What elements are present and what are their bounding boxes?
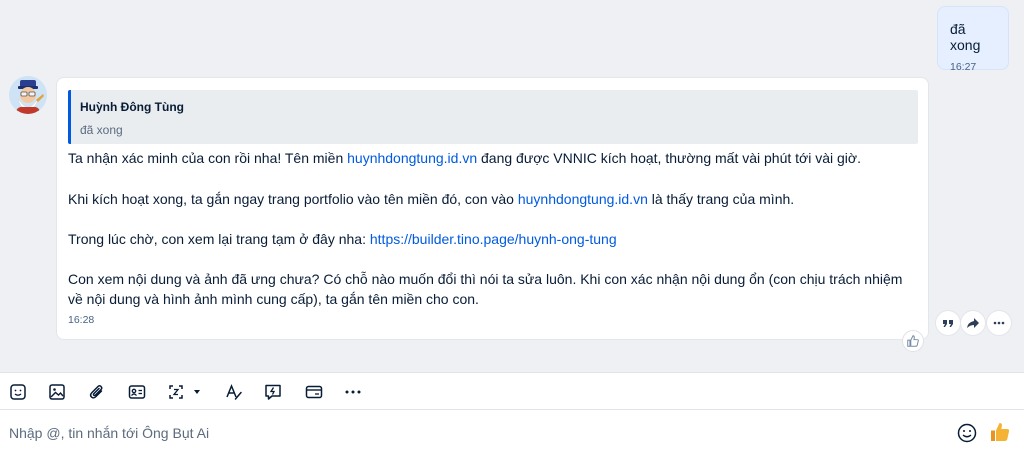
cartoon-avatar-icon[interactable]: [9, 76, 47, 114]
text-format-button[interactable]: [222, 380, 246, 404]
message-text: là thấy trang của mình.: [647, 191, 795, 207]
message-text: Trong lúc chờ, con xem lại trang tạm ở đ…: [68, 231, 370, 247]
like-reaction-button[interactable]: [902, 330, 924, 352]
message-paragraph-3: Trong lúc chờ, con xem lại trang tạm ở đ…: [68, 229, 918, 249]
thumbs-up-icon: [907, 335, 919, 347]
message-text: đang được VNNIC kích hoạt, thường mất và…: [477, 150, 861, 166]
received-message-bubble[interactable]: Huỳnh Đông Tùng đã xong Ta nhận xác minh…: [56, 77, 929, 340]
more-actions-button[interactable]: [987, 311, 1011, 335]
image-icon: [49, 384, 65, 400]
more-icon: [993, 321, 1005, 325]
builder-link[interactable]: https://builder.tino.page/huynh-ong-tung: [370, 231, 617, 247]
chat-area: đã xong 16:27 Huỳnh Đông Tùng đã xong Ta…: [0, 0, 1024, 372]
sticker-icon: [10, 384, 26, 400]
quick-message-icon: [265, 384, 281, 400]
text-format-icon: [226, 384, 242, 400]
image-button[interactable]: [45, 380, 69, 404]
thumbs-up-icon: [991, 423, 1010, 441]
attachment-button[interactable]: [85, 380, 109, 404]
domain-link[interactable]: huynhdongtung.id.vn: [347, 150, 477, 166]
composer-toolbar: [0, 372, 1024, 410]
quote-icon: [943, 320, 953, 327]
more-options-icon: [345, 390, 361, 394]
forward-icon: [967, 318, 979, 328]
more-options-button[interactable]: [341, 380, 365, 404]
quoted-message[interactable]: Huỳnh Đông Tùng đã xong: [68, 90, 918, 144]
message-paragraph-2: Khi kích hoạt xong, ta gắn ngay trang po…: [68, 189, 918, 209]
domain-link[interactable]: huynhdongtung.id.vn: [518, 191, 648, 207]
message-paragraph-1: Ta nhận xác minh của con rồi nha! Tên mi…: [68, 148, 918, 168]
sent-message-text: đã xong: [950, 21, 981, 53]
send-like-button[interactable]: [988, 420, 1012, 444]
composer: [0, 410, 1024, 455]
received-message-time: 16:28: [68, 314, 95, 326]
message-paragraph-4: Con xem nội dung và ảnh đã ưng chưa? Có …: [68, 271, 903, 307]
message-text: Khi kích hoạt xong, ta gắn ngay trang po…: [68, 191, 518, 207]
message-input[interactable]: [0, 410, 940, 455]
quote-button[interactable]: [936, 311, 960, 335]
contact-card-button[interactable]: [125, 380, 149, 404]
card-icon: [305, 385, 323, 399]
forward-button[interactable]: [961, 311, 985, 335]
sent-message-time: 16:27: [950, 61, 977, 73]
quoted-author: Huỳnh Đông Tùng: [80, 100, 184, 114]
message-text: Ta nhận xác minh của con rồi nha! Tên mi…: [68, 150, 348, 166]
attachment-icon: [89, 385, 103, 399]
emoji-icon: [957, 423, 977, 443]
emoji-button[interactable]: [956, 422, 978, 444]
sticker-button[interactable]: [6, 380, 30, 404]
screenshot-icon: [169, 385, 200, 399]
quick-message-button[interactable]: [261, 380, 285, 404]
screenshot-button[interactable]: [166, 380, 206, 404]
card-button[interactable]: [302, 380, 326, 404]
quoted-text: đã xong: [80, 123, 123, 137]
sent-message-bubble[interactable]: đã xong 16:27: [937, 6, 1009, 73]
contact-card-icon: [128, 385, 146, 399]
